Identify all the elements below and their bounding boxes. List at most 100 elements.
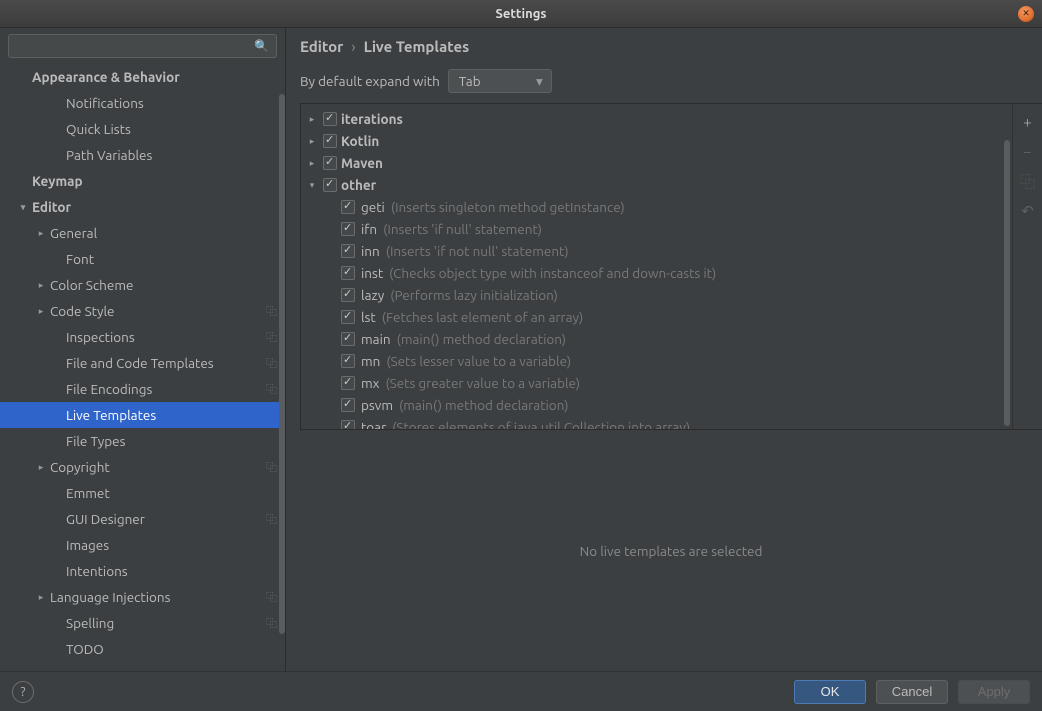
template-checkbox[interactable] (341, 200, 355, 214)
sidebar-item-gui-designer[interactable]: GUI Designer⿻ (0, 506, 285, 532)
sidebar-item-path-variables[interactable]: Path Variables (0, 142, 285, 168)
templates-scrollbar[interactable] (1004, 140, 1010, 426)
chevron-right-icon[interactable]: ▸ (305, 136, 319, 147)
sidebar-item-label: Emmet (66, 485, 277, 501)
group-checkbox[interactable] (323, 112, 337, 126)
chevron-right-icon[interactable]: ▸ (305, 114, 319, 125)
template-item-lazy[interactable]: lazy(Performs lazy initialization) (301, 284, 1012, 306)
breadcrumb-parent[interactable]: Editor (300, 38, 343, 55)
sidebar-item-label: Editor (32, 199, 277, 215)
sidebar-item-notifications[interactable]: Notifications (0, 90, 285, 116)
sidebar-item-inspections[interactable]: Inspections⿻ (0, 324, 285, 350)
sidebar-search-wrap: 🔍 (0, 28, 285, 64)
template-item-ifn[interactable]: ifn(Inserts 'if null' statement) (301, 218, 1012, 240)
sidebar-item-intentions[interactable]: Intentions (0, 558, 285, 584)
template-checkbox[interactable] (341, 398, 355, 412)
search-input[interactable] (8, 34, 277, 58)
sidebar-item-color-scheme[interactable]: ▸Color Scheme (0, 272, 285, 298)
template-checkbox[interactable] (341, 310, 355, 324)
sidebar-item-keymap[interactable]: Keymap (0, 168, 285, 194)
template-item-lst[interactable]: lst(Fetches last element of an array) (301, 306, 1012, 328)
template-group-other[interactable]: ▾other (301, 174, 1012, 196)
expander-icon[interactable]: ▸ (32, 306, 50, 317)
ok-button[interactable]: OK (794, 680, 866, 704)
breadcrumb-current: Live Templates (364, 38, 470, 55)
copy-icon[interactable]: ⿻ (1017, 170, 1039, 192)
expander-icon[interactable]: ▸ (32, 228, 50, 239)
sidebar-item-appearance-behavior[interactable]: Appearance & Behavior (0, 64, 285, 90)
template-item-psvm[interactable]: psvm(main() method declaration) (301, 394, 1012, 416)
expander-icon[interactable]: ▸ (32, 462, 50, 473)
template-item-inst[interactable]: inst(Checks object type with instanceof … (301, 262, 1012, 284)
template-checkbox[interactable] (341, 376, 355, 390)
template-checkbox[interactable] (341, 420, 355, 429)
template-abbrev: lazy (361, 287, 384, 303)
project-scope-icon: ⿻ (266, 303, 277, 319)
group-label: Maven (341, 155, 383, 171)
sidebar-item-label: Code Style (50, 303, 262, 319)
sidebar-item-file-and-code-templates[interactable]: File and Code Templates⿻ (0, 350, 285, 376)
expander-icon[interactable]: ▾ (14, 202, 32, 213)
template-checkbox[interactable] (341, 266, 355, 280)
template-checkbox[interactable] (341, 288, 355, 302)
template-item-inn[interactable]: inn(Inserts 'if not null' statement) (301, 240, 1012, 262)
sidebar-item-file-encodings[interactable]: File Encodings⿻ (0, 376, 285, 402)
sidebar-item-spelling[interactable]: Spelling⿻ (0, 610, 285, 636)
template-item-main[interactable]: main(main() method declaration) (301, 328, 1012, 350)
apply-button[interactable]: Apply (958, 680, 1030, 704)
sidebar-item-label: Live Templates (66, 407, 277, 423)
template-checkbox[interactable] (341, 332, 355, 346)
sidebar-item-emmet[interactable]: Emmet (0, 480, 285, 506)
group-checkbox[interactable] (323, 134, 337, 148)
expand-with-dropdown[interactable]: Tab (448, 69, 552, 93)
project-scope-icon: ⿻ (266, 511, 277, 527)
sidebar-item-editor[interactable]: ▾Editor (0, 194, 285, 220)
template-item-mx[interactable]: mx(Sets greater value to a variable) (301, 372, 1012, 394)
template-item-toar[interactable]: toar(Stores elements of java.util.Collec… (301, 416, 1012, 429)
sidebar-item-label: Keymap (32, 173, 277, 189)
sidebar-item-font[interactable]: Font (0, 246, 285, 272)
template-group-kotlin[interactable]: ▸ Kotlin (301, 130, 1012, 152)
sidebar-item-todo[interactable]: TODO (0, 636, 285, 662)
sidebar-item-language-injections[interactable]: ▸Language Injections⿻ (0, 584, 285, 610)
add-button[interactable]: + (1017, 110, 1039, 132)
help-button[interactable]: ? (12, 681, 34, 703)
sidebar-item-images[interactable]: Images (0, 532, 285, 558)
chevron-down-icon[interactable]: ▾ (305, 180, 319, 191)
template-checkbox[interactable] (341, 222, 355, 236)
sidebar-item-file-types[interactable]: File Types (0, 428, 285, 454)
close-icon[interactable]: ✕ (1018, 6, 1034, 22)
group-checkbox[interactable] (323, 178, 337, 192)
group-label: iterations (341, 111, 403, 127)
templates-tree[interactable]: ▸ iterations ▸ Kotlin ▸ Maven ▾othergeti(Inser… (300, 104, 1012, 429)
template-item-mn[interactable]: mn(Sets lesser value to a variable) (301, 350, 1012, 372)
sidebar-item-general[interactable]: ▸General (0, 220, 285, 246)
template-desc: (Inserts 'if null' statement) (383, 221, 542, 237)
restore-icon[interactable]: ↶ (1017, 200, 1039, 222)
template-item-geti[interactable]: geti(Inserts singleton method getInstanc… (301, 196, 1012, 218)
template-desc: (Checks object type with instanceof and … (389, 265, 716, 281)
template-checkbox[interactable] (341, 244, 355, 258)
expander-icon[interactable]: ▸ (32, 592, 50, 603)
sidebar-item-copyright[interactable]: ▸Copyright⿻ (0, 454, 285, 480)
project-scope-icon: ⿻ (266, 459, 277, 475)
expander-icon[interactable]: ▸ (32, 280, 50, 291)
project-scope-icon: ⿻ (266, 615, 277, 631)
template-checkbox[interactable] (341, 354, 355, 368)
window-title: Settings (495, 7, 546, 21)
settings-tree[interactable]: Appearance & BehaviorNotificationsQuick … (0, 64, 285, 671)
sidebar-item-quick-lists[interactable]: Quick Lists (0, 116, 285, 142)
sidebar-item-live-templates[interactable]: Live Templates (0, 402, 285, 428)
chevron-right-icon[interactable]: ▸ (305, 158, 319, 169)
template-group-iterations[interactable]: ▸ iterations (301, 108, 1012, 130)
group-checkbox[interactable] (323, 156, 337, 170)
sidebar-item-label: General (50, 225, 277, 241)
sidebar-scrollbar[interactable] (279, 94, 285, 634)
group-label: Kotlin (341, 133, 379, 149)
remove-button[interactable]: − (1017, 140, 1039, 162)
project-scope-icon: ⿻ (266, 329, 277, 345)
template-group-maven[interactable]: ▸ Maven (301, 152, 1012, 174)
cancel-button[interactable]: Cancel (876, 680, 948, 704)
sidebar-item-code-style[interactable]: ▸Code Style⿻ (0, 298, 285, 324)
sidebar-item-label: Copyright (50, 459, 262, 475)
